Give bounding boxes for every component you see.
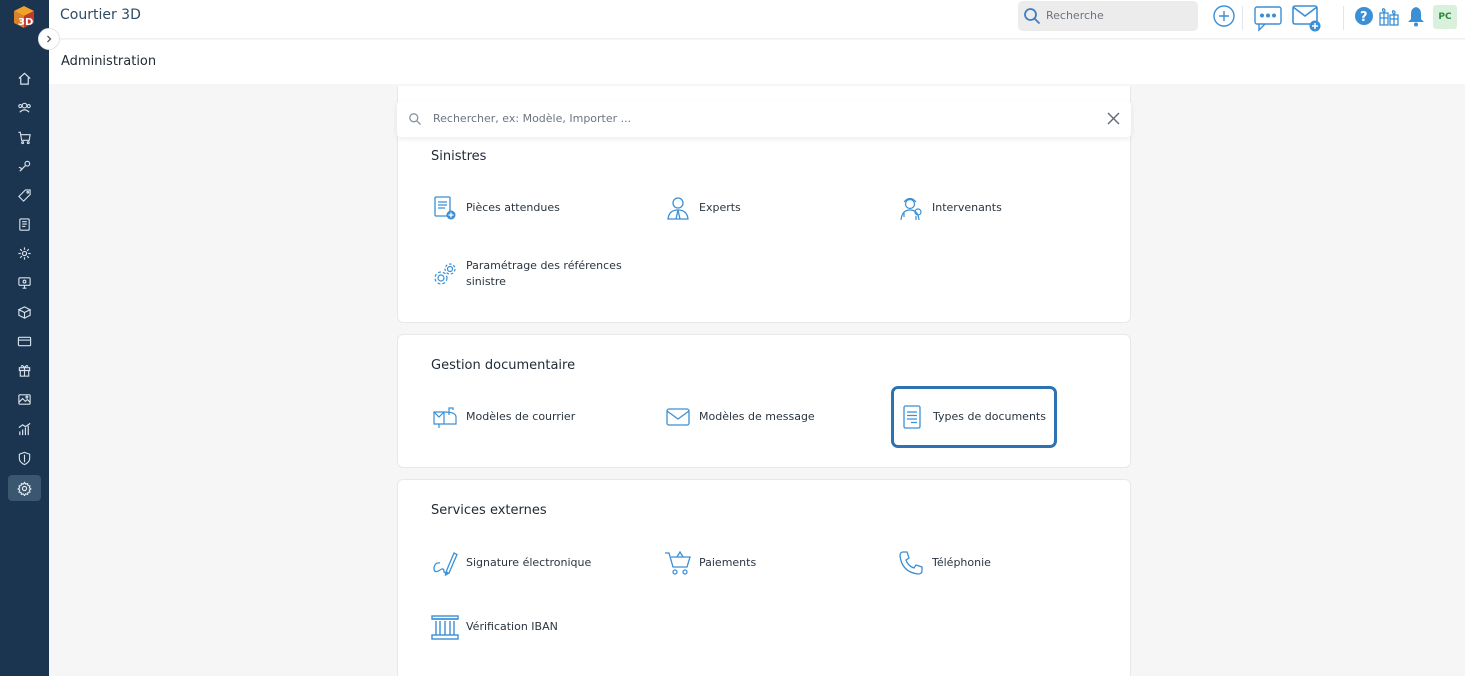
top-header: Courtier 3D Recherche ? PC bbox=[49, 0, 1465, 39]
item-label: Paramétrage des références sinistre bbox=[466, 259, 622, 288]
verification-iban-link[interactable]: Vérification IBAN bbox=[431, 613, 558, 641]
nav-settings-icon[interactable] bbox=[8, 475, 41, 501]
document-add-icon bbox=[431, 194, 459, 222]
section-title: Sinistres bbox=[431, 149, 487, 164]
nav-home-icon[interactable] bbox=[8, 65, 41, 91]
add-icon[interactable] bbox=[1212, 4, 1236, 28]
sidebar: 3D bbox=[0, 0, 49, 676]
telephonie-link[interactable]: Téléphonie bbox=[897, 549, 991, 577]
experts-link[interactable]: Experts bbox=[664, 194, 741, 222]
nav-cog-icon[interactable] bbox=[8, 240, 41, 266]
section-title: Gestion documentaire bbox=[431, 358, 576, 373]
types-documents-link[interactable]: Types de documents bbox=[891, 386, 1057, 448]
pieces-attendues-link[interactable]: Pièces attendues bbox=[431, 194, 560, 222]
signature-electronique-link[interactable]: Signature électronique bbox=[431, 549, 591, 577]
nav-box-icon[interactable] bbox=[8, 299, 41, 325]
gifts-icon[interactable] bbox=[1378, 5, 1400, 27]
user-avatar[interactable]: PC bbox=[1433, 5, 1457, 29]
item-label: Modèles de message bbox=[699, 410, 815, 423]
nav-cart-icon[interactable] bbox=[8, 124, 41, 150]
nav-monitor-icon[interactable] bbox=[8, 269, 41, 295]
chevron-right-icon bbox=[47, 35, 52, 43]
nav-gallery-icon[interactable] bbox=[8, 386, 41, 412]
settings-search-input[interactable]: Rechercher, ex: Modèle, Importer ... bbox=[397, 101, 1131, 137]
page-title: Administration bbox=[61, 54, 157, 69]
gears-icon bbox=[431, 260, 459, 288]
help-icon[interactable]: ? bbox=[1354, 6, 1374, 26]
item-label: Vérification IBAN bbox=[466, 620, 558, 633]
nav-contacts-icon[interactable] bbox=[8, 94, 41, 120]
page-header: Administration bbox=[49, 40, 1465, 84]
item-label: Experts bbox=[699, 201, 741, 214]
nav-gift-icon[interactable] bbox=[8, 357, 41, 383]
worker-icon bbox=[897, 194, 925, 222]
modeles-courrier-link[interactable]: Modèles de courrier bbox=[431, 403, 575, 431]
settings-search-placeholder: Rechercher, ex: Modèle, Importer ... bbox=[433, 112, 632, 125]
envelope-icon bbox=[664, 403, 692, 431]
item-label: Téléphonie bbox=[932, 556, 991, 569]
nav-tools-icon[interactable] bbox=[8, 153, 41, 179]
item-label: Types de documents bbox=[933, 410, 1046, 423]
nav-book-icon[interactable] bbox=[8, 211, 41, 237]
section-title: Services externes bbox=[431, 503, 547, 518]
search-icon bbox=[409, 113, 421, 125]
nav-card-icon[interactable] bbox=[8, 328, 41, 354]
app-logo[interactable]: 3D bbox=[10, 3, 38, 31]
user-icon bbox=[664, 194, 692, 222]
item-label: Pièces attendues bbox=[466, 201, 560, 214]
item-label: Signature électronique bbox=[466, 556, 592, 569]
pen-signature-icon bbox=[431, 549, 459, 577]
app-title: Courtier 3D bbox=[60, 7, 141, 23]
sidebar-expand-button[interactable] bbox=[38, 28, 60, 50]
global-search-placeholder: Recherche bbox=[1046, 9, 1104, 22]
cart-icon bbox=[664, 549, 692, 577]
mail-add-icon[interactable] bbox=[1291, 3, 1323, 33]
item-label: Intervenants bbox=[932, 201, 1002, 214]
modeles-message-link[interactable]: Modèles de message bbox=[664, 403, 815, 431]
nav-tag-icon[interactable] bbox=[8, 182, 41, 208]
close-icon[interactable] bbox=[1106, 111, 1121, 126]
item-label: Paiements bbox=[699, 556, 757, 569]
phone-icon bbox=[897, 549, 925, 577]
document-icon bbox=[898, 403, 926, 431]
chat-icon[interactable] bbox=[1253, 4, 1283, 32]
bell-icon[interactable] bbox=[1406, 5, 1426, 27]
intervenants-link[interactable]: Intervenants bbox=[897, 194, 1002, 222]
nav-stats-icon[interactable] bbox=[8, 416, 41, 442]
search-icon bbox=[1024, 8, 1041, 25]
bank-icon bbox=[431, 613, 459, 641]
nav-shield-icon[interactable] bbox=[8, 445, 41, 471]
svg-text:3D: 3D bbox=[18, 17, 33, 28]
svg-text:?: ? bbox=[1360, 10, 1368, 25]
parametrage-references-link[interactable]: Paramétrage des références sinistre bbox=[431, 258, 626, 290]
global-search-input[interactable]: Recherche bbox=[1018, 1, 1198, 31]
mailbox-icon bbox=[431, 403, 459, 431]
item-label: Modèles de courrier bbox=[466, 410, 576, 423]
section-services-externes: Services externes Signature électronique… bbox=[397, 479, 1131, 676]
paiements-link[interactable]: Paiements bbox=[664, 549, 756, 577]
section-gestion-documentaire: Gestion documentaire Modèles de courrier… bbox=[397, 334, 1131, 468]
